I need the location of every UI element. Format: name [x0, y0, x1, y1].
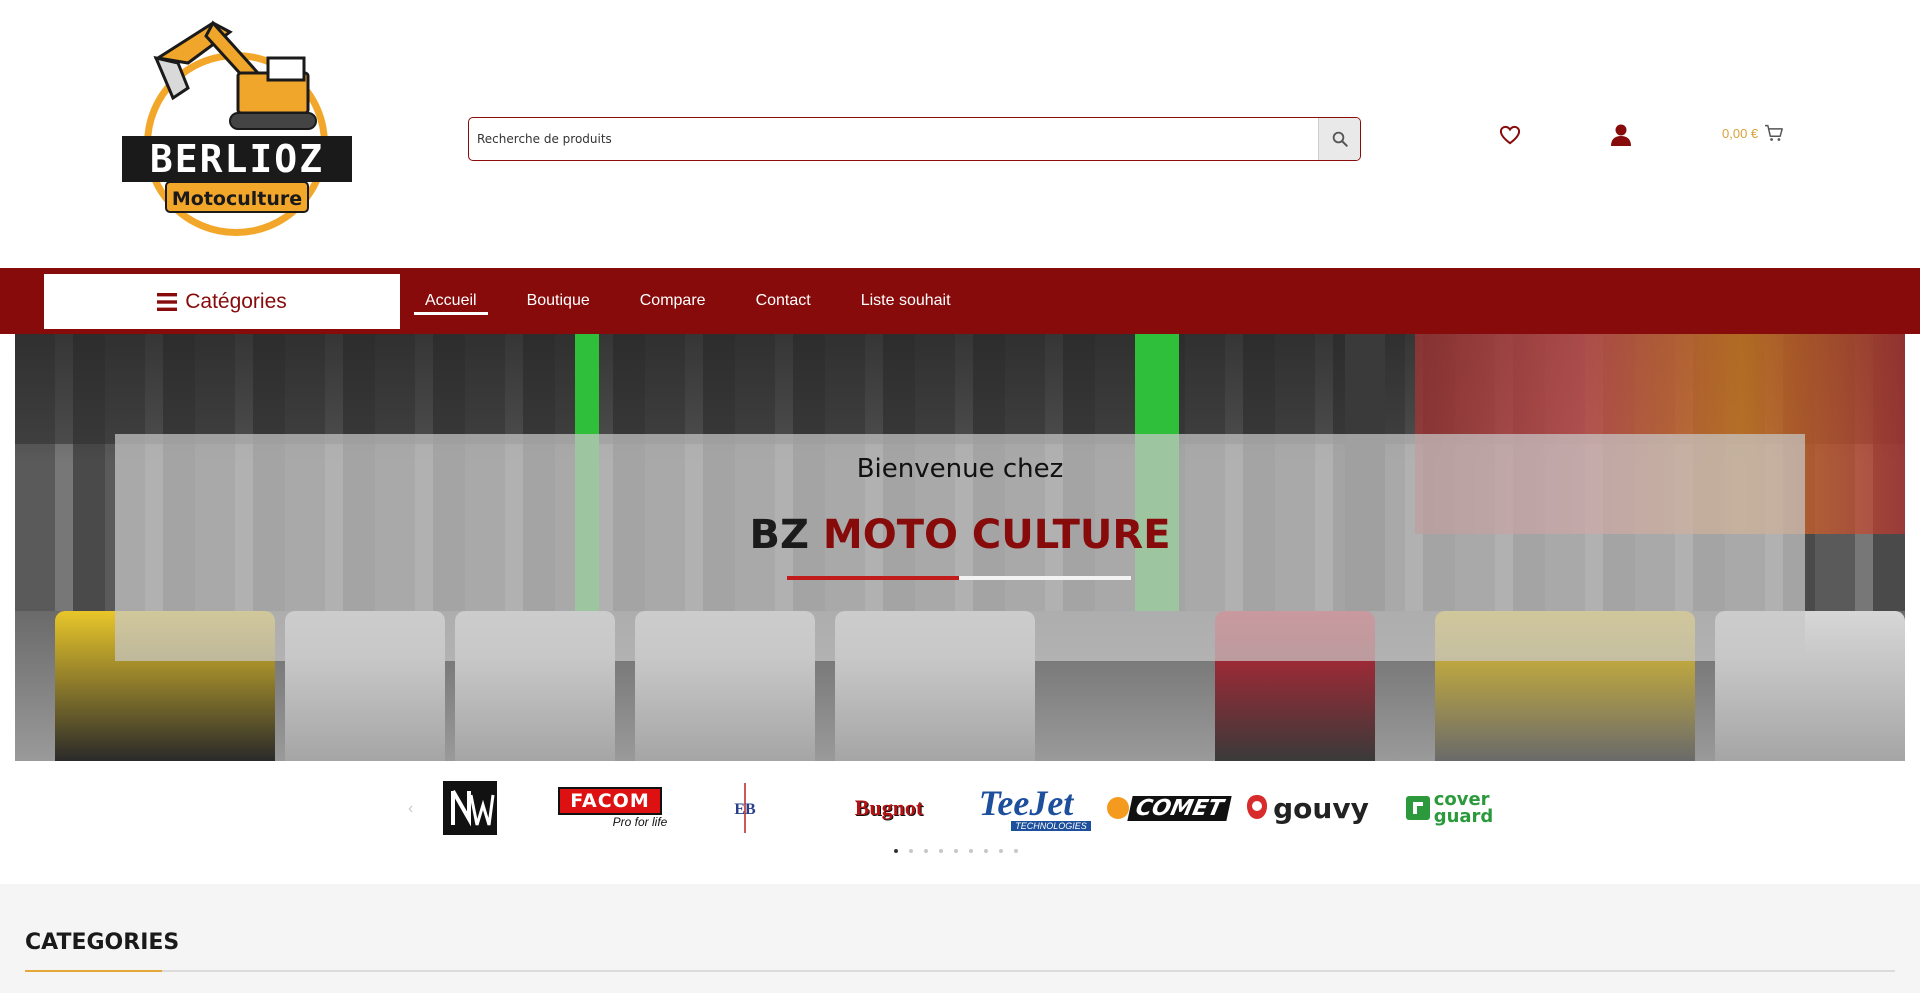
brand-logo-gouvy[interactable]: gouvy — [1242, 780, 1372, 836]
brand-gouvy-mark-icon — [1247, 795, 1268, 819]
brand-carousel: ‹ FACOM Pro for life EB Bugnot TeeJet TE… — [400, 778, 1520, 840]
brand-eb-logo-icon: EB — [734, 783, 756, 833]
categories-divider-accent — [25, 970, 162, 972]
cart-button[interactable]: 0,00 € — [1722, 124, 1784, 142]
carousel-dot[interactable] — [1014, 849, 1018, 853]
brand-nw-logo-icon — [443, 781, 497, 835]
main-navigation: Catégories Accueil Boutique Compare Cont… — [0, 268, 1920, 334]
carousel-dot[interactable] — [999, 849, 1003, 853]
brand-teejet-text: TeeJet — [978, 783, 1074, 823]
hero-underline — [787, 576, 1131, 580]
carousel-dot[interactable] — [939, 849, 943, 853]
nav-item-accueil[interactable]: Accueil — [414, 268, 488, 334]
site-logo[interactable]: BERLIOZ Motoculture — [118, 18, 358, 238]
nav-item-compare[interactable]: Compare — [629, 268, 717, 334]
cart-total: 0,00 € — [1722, 125, 1759, 141]
carousel-dot[interactable] — [954, 849, 958, 853]
user-icon — [1611, 124, 1631, 146]
brand-logo-bugnot[interactable]: Bugnot — [844, 780, 934, 836]
brand-comet-sun-icon — [1106, 797, 1129, 819]
carousel-prev-button[interactable]: ‹ — [408, 800, 413, 818]
hero-title-part1: BZ — [749, 512, 809, 558]
hero-underline-accent — [787, 576, 959, 580]
hero-text-panel: Bienvenue chez BZ MOTO CULTURE — [115, 434, 1805, 661]
brand-bugnot-text: Bugnot — [854, 795, 924, 820]
search-icon — [1332, 131, 1348, 147]
cart-icon — [1765, 124, 1784, 141]
brand-logo-comet[interactable]: COMET — [1100, 780, 1234, 836]
carousel-dot[interactable] — [984, 849, 988, 853]
categories-divider — [25, 970, 1895, 972]
search-input[interactable] — [469, 118, 1318, 160]
account-button[interactable] — [1608, 122, 1634, 148]
categories-heading: CATEGORIES — [25, 930, 180, 955]
nav-item-boutique[interactable]: Boutique — [516, 268, 601, 334]
heart-icon — [1499, 125, 1521, 145]
brand-logo-coverguard[interactable]: cover guard — [1394, 780, 1504, 836]
site-header: BERLIOZ Motoculture 0,00 € — [0, 0, 1920, 268]
carousel-dot[interactable] — [924, 849, 928, 853]
brand-facom-tagline: Pro for life — [612, 815, 668, 829]
logo-text-motoculture: Motoculture — [172, 188, 302, 210]
brand-logo-facom[interactable]: FACOM Pro for life — [540, 780, 680, 836]
logo-text-berlioz: BERLIOZ — [150, 137, 324, 181]
brand-teejet-tagline: TECHNOLOGIES — [1011, 821, 1091, 831]
brand-facom-text: FACOM — [558, 787, 662, 815]
svg-text:EB: EB — [734, 801, 756, 818]
hamburger-icon — [157, 292, 178, 311]
carousel-dot[interactable] — [969, 849, 973, 853]
hero-title-part2: MOTO CULTURE — [822, 512, 1171, 558]
categories-menu-button[interactable]: Catégories — [44, 274, 400, 329]
hero-subtitle: Bienvenue chez — [856, 454, 1064, 484]
categories-label: Catégories — [185, 289, 287, 313]
brand-logo[interactable] — [442, 780, 498, 836]
categories-section: CATEGORIES — [0, 884, 1920, 993]
brand-gouvy-text: gouvy — [1273, 791, 1369, 825]
hero-banner: Bienvenue chez BZ MOTO CULTURE — [15, 334, 1905, 761]
brand-coverguard-mark-icon — [1405, 796, 1430, 820]
carousel-dot[interactable] — [909, 849, 913, 853]
search-button[interactable] — [1318, 118, 1360, 160]
carousel-pagination — [894, 849, 1018, 853]
brand-logo-teejet[interactable]: TeeJet TECHNOLOGIES — [956, 780, 1096, 836]
product-search-form — [468, 117, 1361, 161]
carousel-dot[interactable] — [894, 849, 898, 853]
wishlist-button[interactable] — [1497, 122, 1523, 148]
hero-title: BZ MOTO CULTURE — [115, 512, 1805, 558]
nav-item-liste-souhait[interactable]: Liste souhait — [850, 268, 962, 334]
nav-menu: Accueil Boutique Compare Contact Liste s… — [414, 268, 990, 334]
brand-logo[interactable]: EB — [720, 780, 770, 836]
brand-coverguard-text-2: guard — [1433, 806, 1494, 827]
nav-item-contact[interactable]: Contact — [745, 268, 822, 334]
brand-comet-text: COMET — [1126, 795, 1232, 821]
